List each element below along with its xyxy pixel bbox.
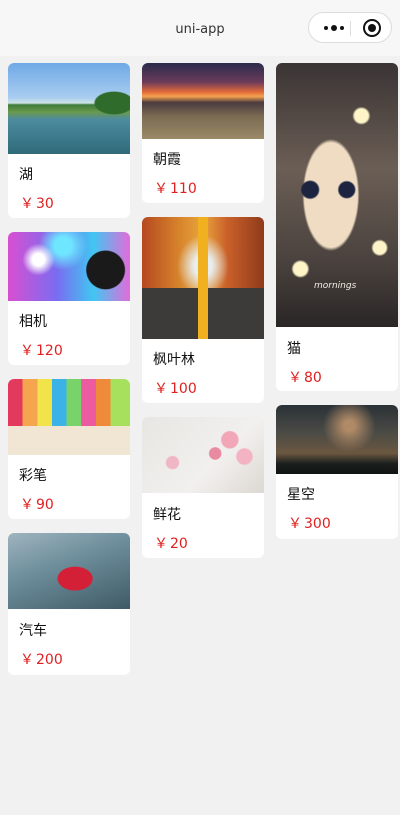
product-card-starry-sky[interactable]: 星空 ￥ 300 [276, 405, 398, 539]
product-image-pencils [8, 379, 130, 455]
product-name: 猫 [287, 341, 301, 357]
product-card-dawn[interactable]: 朝霞 ￥ 110 [142, 63, 264, 203]
capsule-divider [350, 21, 351, 36]
product-price: ￥ 30 [20, 196, 54, 212]
product-name: 枫叶林 [153, 352, 195, 368]
product-price: ￥ 110 [154, 181, 197, 197]
product-name: 彩笔 [19, 468, 47, 484]
product-image-camera [8, 232, 130, 301]
close-mini-program-icon[interactable] [363, 19, 381, 37]
product-name: 星空 [287, 487, 315, 503]
product-name: 相机 [19, 314, 47, 330]
image-caption: mornings [314, 281, 357, 291]
navigation-bar: uni-app [0, 0, 400, 56]
product-card-lake[interactable]: 湖 ￥ 30 [8, 63, 130, 218]
product-card-flowers[interactable]: 鲜花 ￥ 20 [142, 417, 264, 558]
product-card-pencils[interactable]: 彩笔 ￥ 90 [8, 379, 130, 519]
product-image-lake [8, 63, 130, 154]
product-image-cat: mornings [276, 63, 398, 327]
product-name: 朝霞 [153, 152, 181, 168]
product-price: ￥ 200 [20, 652, 63, 668]
product-name: 汽车 [19, 623, 47, 639]
product-card-cat[interactable]: mornings 猫 ￥ 80 [276, 63, 398, 391]
product-price: ￥ 120 [20, 343, 63, 359]
product-price: ￥ 80 [288, 370, 322, 386]
product-price: ￥ 20 [154, 536, 188, 552]
product-image-maple-forest [142, 217, 264, 339]
capsule-menu [308, 12, 392, 43]
product-name: 湖 [19, 167, 33, 183]
product-card-maple-forest[interactable]: 枫叶林 ￥ 100 [142, 217, 264, 403]
more-menu-icon[interactable] [319, 19, 349, 37]
product-price: ￥ 100 [154, 381, 197, 397]
product-name: 鲜花 [153, 507, 181, 523]
product-price: ￥ 90 [20, 497, 54, 513]
product-card-car[interactable]: 汽车 ￥ 200 [8, 533, 130, 675]
product-image-starry-sky [276, 405, 398, 474]
product-image-dawn [142, 63, 264, 139]
product-price: ￥ 300 [288, 516, 331, 532]
product-image-car [8, 533, 130, 609]
product-image-flowers [142, 417, 264, 493]
product-card-camera[interactable]: 相机 ￥ 120 [8, 232, 130, 365]
